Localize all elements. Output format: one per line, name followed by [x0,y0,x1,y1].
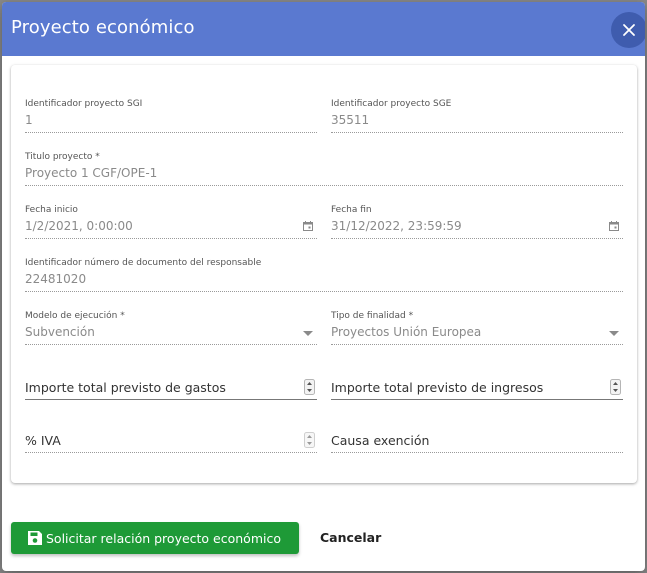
dialog-header: Proyecto económico [2,2,645,56]
number-spinner-icon[interactable] [610,379,621,395]
finalidad-label: Tipo de finalidad * [331,311,414,321]
responsable-label: Identificador número de documento del re… [25,258,262,268]
dropdown-arrow-icon [303,331,313,336]
causa-placeholder: Causa exención [331,433,430,448]
save-icon [28,531,42,545]
id-sgi-value: 1 [25,113,33,127]
close-button[interactable] [611,12,645,48]
dialog-title: Proyecto económico [11,17,195,38]
fecha-inicio-value: 1/2/2021, 0:00:00 [25,219,133,233]
close-icon [623,24,635,36]
calendar-icon[interactable] [609,221,619,231]
fecha-fin-label: Fecha fin [331,205,372,215]
solicitar-relacion-button[interactable]: Solicitar relación proyecto económico [11,522,299,554]
modelo-value: Subvención [25,325,95,339]
fecha-inicio-label: Fecha inicio [25,205,78,215]
modelo-label: Modelo de ejecución * [25,311,125,321]
importe-gastos-placeholder: Importe total previsto de gastos [25,380,226,395]
number-spinner-icon[interactable] [304,379,315,395]
dialog: Proyecto económico Identificador proyect… [2,2,645,571]
id-sge-value: 35511 [331,113,370,127]
importe-ingresos-placeholder: Importe total previsto de ingresos [331,380,544,395]
titulo-value: Proyecto 1 CGF/OPE-1 [25,166,158,180]
responsable-value: 22481020 [25,272,87,286]
solicitar-relacion-label: Solicitar relación proyecto económico [46,531,282,546]
calendar-icon[interactable] [303,221,313,231]
finalidad-value: Proyectos Unión Europea [331,325,482,339]
fecha-fin-value: 31/12/2022, 23:59:59 [331,219,462,233]
id-sge-label: Identificador proyecto SGE [331,99,452,109]
number-spinner-icon[interactable] [304,432,315,448]
titulo-label: Titulo proyecto * [25,152,100,162]
dropdown-arrow-icon [609,331,619,336]
id-sgi-label: Identificador proyecto SGI [25,99,143,109]
iva-placeholder: % IVA [25,433,61,448]
cancel-button[interactable]: Cancelar [320,530,381,545]
form-card: Identificador proyecto SGI 1 Identificad… [11,65,637,483]
